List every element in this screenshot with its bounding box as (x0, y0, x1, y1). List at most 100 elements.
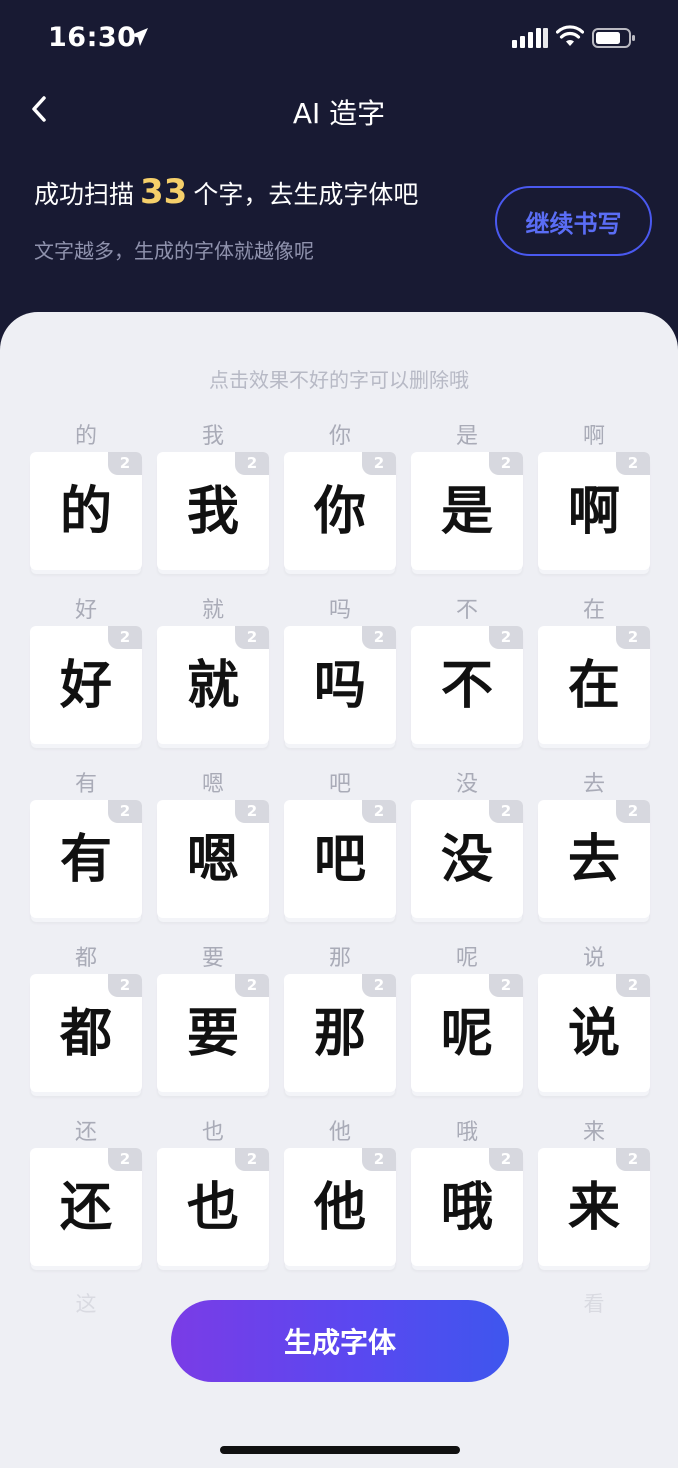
character-label: 还 (74, 1120, 97, 1145)
ai-font-screen: 16:30 AI 造字 成功扫描 33 个字，去生成字体吧 文字越多，生成的字体就越 (0, 0, 678, 1468)
handwriting-card[interactable]: 2没 (411, 800, 523, 918)
handwritten-glyph: 也 (186, 1177, 239, 1238)
character-label: 哦 (455, 1120, 478, 1145)
character-cell[interactable]: 好2好 (30, 596, 142, 744)
handwriting-card[interactable]: 2是 (411, 452, 523, 570)
handwriting-card[interactable]: 2吗 (284, 626, 396, 744)
character-label: 在 (582, 598, 605, 623)
handwritten-glyph: 在 (567, 655, 620, 716)
character-cell[interactable]: 嗯2嗯 (157, 770, 269, 918)
handwriting-card[interactable]: 2的 (30, 452, 142, 570)
wifi-icon (556, 25, 584, 46)
character-cell[interactable]: 都2都 (30, 944, 142, 1092)
handwritten-glyph: 啊 (567, 481, 620, 542)
character-label: 呢 (455, 946, 478, 971)
handwriting-card[interactable]: 2都 (30, 974, 142, 1092)
handwritten-glyph: 嗯 (186, 829, 239, 890)
handwritten-glyph: 的 (59, 481, 112, 542)
character-cell[interactable]: 没2没 (411, 770, 523, 918)
character-cell[interactable]: 在2在 (538, 596, 650, 744)
character-cell[interactable]: 的2的 (30, 422, 142, 570)
character-cell[interactable]: 来2来 (538, 1118, 650, 1266)
character-cell[interactable]: 我2我 (157, 422, 269, 570)
handwriting-card[interactable]: 2在 (538, 626, 650, 744)
handwritten-glyph: 呢 (440, 1003, 493, 1064)
character-label: 吧 (328, 772, 351, 797)
handwritten-glyph: 没 (440, 829, 493, 890)
handwriting-card[interactable]: 2就 (157, 626, 269, 744)
character-label: 都 (74, 946, 97, 971)
handwriting-card[interactable]: 2说 (538, 974, 650, 1092)
character-cell[interactable]: 他2他 (284, 1118, 396, 1266)
handwriting-card[interactable]: 2有 (30, 800, 142, 918)
scan-summary: 成功扫描 33 个字，去生成字体吧 (34, 172, 418, 212)
battery-icon (592, 28, 635, 48)
handwriting-card[interactable]: 2来 (538, 1148, 650, 1266)
character-cell[interactable]: 那2那 (284, 944, 396, 1092)
handwritten-glyph: 都 (59, 1003, 112, 1064)
handwriting-card[interactable]: 2哦 (411, 1148, 523, 1266)
handwritten-glyph: 去 (567, 829, 620, 890)
handwriting-card[interactable]: 2要 (157, 974, 269, 1092)
character-label: 我 (201, 424, 224, 449)
delete-tip: 点击效果不好的字可以删除哦 (209, 368, 469, 392)
handwritten-glyph: 我 (186, 481, 239, 542)
character-label: 啊 (582, 424, 605, 449)
character-cell[interactable]: 哦2哦 (411, 1118, 523, 1266)
character-cell[interactable]: 不 2不 (411, 596, 523, 744)
cellular-signal-icon (512, 28, 548, 48)
handwriting-card[interactable]: 2他 (284, 1148, 396, 1266)
character-cell[interactable]: 啊2啊 (538, 422, 650, 570)
handwritten-glyph: 吧 (313, 829, 366, 890)
location-arrow-icon (130, 28, 148, 46)
character-label: 不 (455, 598, 478, 623)
generate-font-button[interactable]: 生成字体 (171, 1300, 509, 1382)
character-cell[interactable]: 还 2还 (30, 1118, 142, 1266)
handwriting-card[interactable]: 2你 (284, 452, 396, 570)
handwritten-glyph: 来 (567, 1177, 620, 1238)
character-label: 的 (74, 424, 97, 449)
character-cell[interactable]: 有2有 (30, 770, 142, 918)
handwriting-card[interactable]: 2我 (157, 452, 269, 570)
status-bar: 16:30 (0, 0, 678, 80)
handwritten-glyph: 好 (59, 655, 112, 716)
handwritten-glyph: 那 (313, 1003, 366, 1064)
handwritten-glyph: 要 (186, 1003, 239, 1064)
handwriting-card[interactable]: 2好 (30, 626, 142, 744)
character-label: 你 (328, 424, 351, 449)
character-cell[interactable]: 也2也 (157, 1118, 269, 1266)
character-cell[interactable]: 说2说 (538, 944, 650, 1092)
scan-hint: 文字越多，生成的字体就越像呢 (34, 239, 314, 263)
character-label: 去 (582, 772, 605, 797)
character-label: 要 (201, 946, 224, 971)
handwriting-card[interactable]: 2不 (411, 626, 523, 744)
handwriting-card[interactable]: 2啊 (538, 452, 650, 570)
character-label: 他 (328, 1120, 351, 1145)
handwriting-card[interactable]: 2那 (284, 974, 396, 1092)
character-label: 吗 (328, 598, 351, 623)
handwritten-glyph: 有 (59, 829, 112, 890)
handwriting-card[interactable]: 2吧 (284, 800, 396, 918)
handwriting-card[interactable]: 2还 (30, 1148, 142, 1266)
character-cell[interactable]: 呢2呢 (411, 944, 523, 1092)
character-cell[interactable]: 吗 2吗 (284, 596, 396, 744)
character-cell[interactable]: 是2是 (411, 422, 523, 570)
handwritten-glyph: 他 (313, 1177, 366, 1238)
character-label: 那 (328, 946, 351, 971)
handwriting-card[interactable]: 2也 (157, 1148, 269, 1266)
character-cell[interactable]: 要2要 (157, 944, 269, 1092)
character-label: 没 (455, 772, 478, 797)
handwriting-card[interactable]: 2嗯 (157, 800, 269, 918)
scan-suffix: 个字，去生成字体吧 (193, 180, 419, 209)
character-label: 好 (74, 598, 97, 623)
handwriting-card[interactable]: 2去 (538, 800, 650, 918)
handwritten-glyph: 说 (567, 1003, 620, 1064)
character-panel: 点击效果不好的字可以删除哦 的2的我2我你2你是2是啊2啊好2好就2就吗2吗不2… (0, 312, 678, 1468)
character-cell[interactable]: 你 2你 (284, 422, 396, 570)
character-cell[interactable]: 就2就 (157, 596, 269, 744)
character-cell[interactable]: 吧2吧 (284, 770, 396, 918)
handwriting-card[interactable]: 2呢 (411, 974, 523, 1092)
handwritten-glyph: 哦 (440, 1177, 493, 1238)
character-cell[interactable]: 去2去 (538, 770, 650, 918)
continue-writing-button[interactable]: 继续书写 (495, 186, 652, 256)
